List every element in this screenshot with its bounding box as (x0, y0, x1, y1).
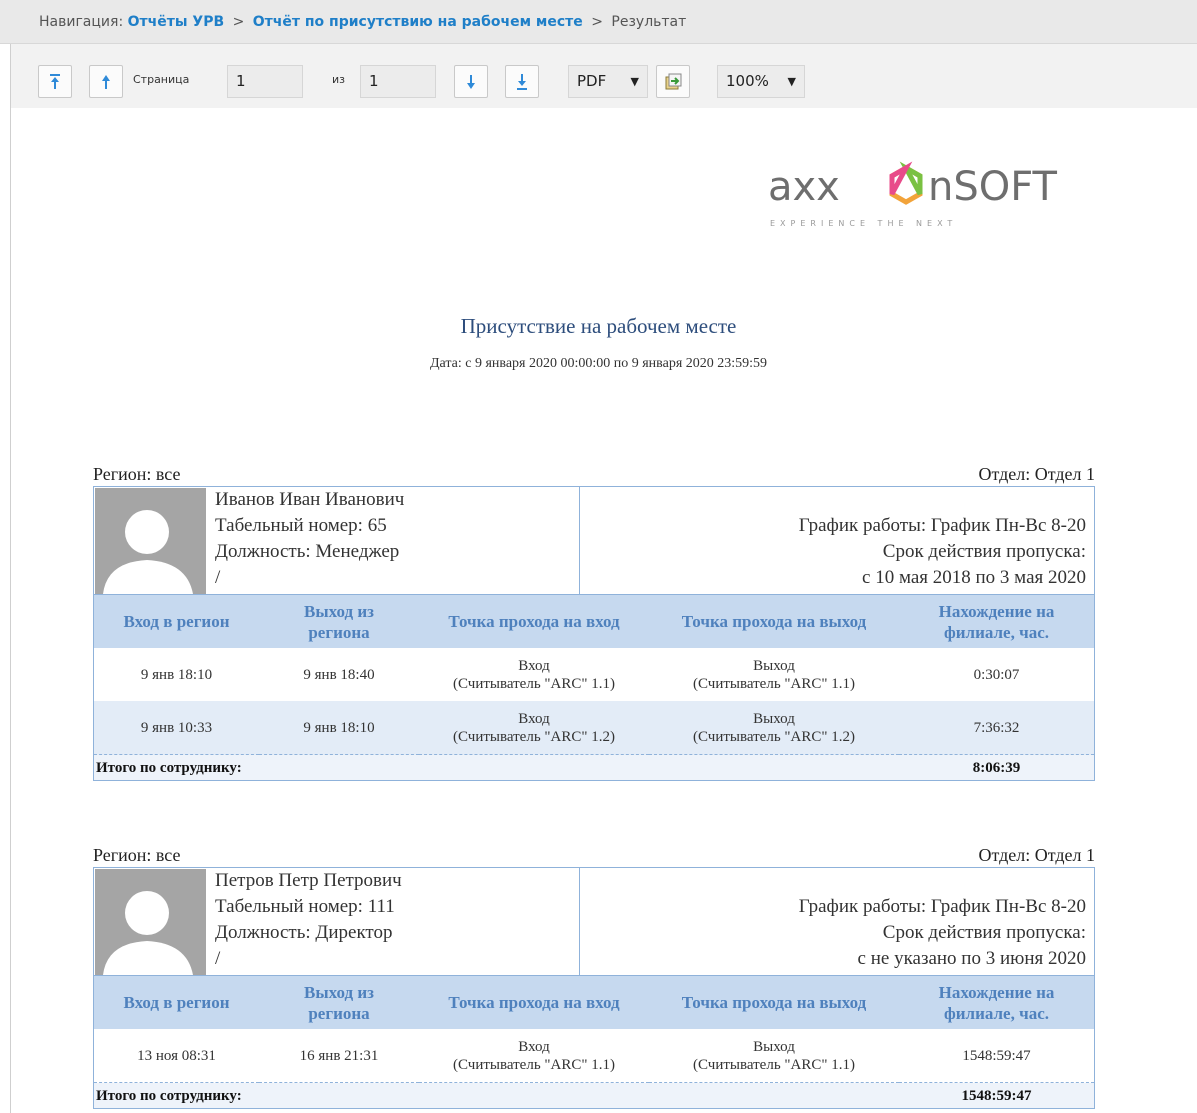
total-pages-field: 1 (360, 65, 436, 98)
employee-extra: / (215, 567, 221, 588)
pass-validity: с не указано по 3 июня 2020 (857, 948, 1086, 969)
logo-text-right: nSOFT (928, 164, 1058, 210)
column-header: Вход в регион (94, 976, 259, 1029)
column-header: Точка прохода на выход (649, 976, 899, 1029)
column-header: Вход в регион (94, 595, 259, 648)
page-label: Страница (133, 73, 190, 86)
export-format-select[interactable]: PDF ▼ (568, 65, 648, 98)
entry-time: 13 ноя 08:31 (137, 1047, 216, 1064)
report-date-range: Дата: с 9 января 2020 00:00:00 по 9 янва… (429, 356, 768, 371)
breadcrumb-current: Результат (611, 14, 687, 30)
next-page-icon (467, 74, 475, 89)
table-row: 9 янв 10:33 9 янв 18:10 Вход (Считыватель… (94, 701, 1094, 755)
department-label: Отдел: Отдел 1 (978, 845, 1095, 865)
user-placeholder-icon (103, 891, 193, 975)
zoom-value: 100% (726, 72, 769, 90)
table-row: 13 ноя 08:31 16 янв 21:31 Вход (Считывате… (94, 1029, 1094, 1083)
logo-tagline: EXPERIENCE THE NEXT (770, 219, 957, 228)
first-page-icon (50, 73, 60, 89)
duration: 7:36:32 (899, 701, 1094, 755)
work-schedule: График работы: График Пн-Вс 8-20 (798, 515, 1086, 536)
zoom-select[interactable]: 100% ▼ (717, 65, 805, 98)
employee-tab-number: Табельный номер: 65 (215, 515, 387, 536)
department-label: Отдел: Отдел 1 (978, 464, 1095, 484)
company-logo: axx nSOFT EXPERIENCE THE NEXT (768, 161, 1058, 228)
export-icon (665, 73, 682, 89)
employee-position: Должность: Менеджер (215, 541, 400, 562)
exit-point: Выход (Считыватель "ARC" 1.1) (692, 1038, 856, 1073)
last-page-button[interactable] (505, 65, 539, 98)
table-header: Вход в регион Выход из региона Точка про… (94, 976, 1094, 1029)
breadcrumb-prefix: Навигация: (39, 14, 124, 30)
region-label: Регион: все (93, 464, 181, 484)
total-duration: 8:06:39 (899, 754, 1094, 780)
exit-point: Выход (Считыватель "ARC" 1.1) (692, 657, 856, 692)
pass-validity-label: Срок действия пропуска: (882, 541, 1086, 562)
export-button[interactable] (656, 65, 690, 98)
exit-time: 9 янв 18:40 (303, 666, 375, 683)
next-page-button[interactable] (454, 65, 488, 98)
duration: 1548:59:47 (962, 1047, 1031, 1064)
breadcrumb-separator: > (591, 14, 603, 30)
exit-point: Выход (Считыватель "ARC" 1.2) (649, 701, 899, 755)
employee-extra: / (215, 948, 221, 969)
user-placeholder-icon (103, 510, 193, 594)
column-header: Нахождение на филиале, час. (899, 595, 1094, 648)
last-page-icon (517, 73, 527, 90)
column-header: Точка прохода на вход (419, 595, 649, 648)
work-schedule: График работы: График Пн-Вс 8-20 (798, 896, 1086, 917)
chevron-down-icon: ▼ (787, 75, 796, 88)
page-number-input[interactable]: 1 (227, 65, 303, 98)
region-label: Регион: все (93, 845, 181, 865)
logo-text-left: axx (768, 164, 840, 210)
entry-time: 9 янв 10:33 (94, 701, 259, 755)
breadcrumb-link-reports[interactable]: Отчёты УРВ (128, 14, 225, 30)
pass-validity-label: Срок действия пропуска: (882, 922, 1086, 943)
breadcrumb: Навигация: Отчёты УРВ > Отчёт по присутс… (0, 0, 1197, 44)
chevron-down-icon: ▼ (630, 75, 639, 88)
prev-page-icon (102, 74, 110, 89)
presence-table: Вход в регион Выход из региона Точка про… (94, 976, 1094, 1108)
table-row: 9 янв 18:10 9 янв 18:40 Вход (Считыватель… (94, 648, 1094, 701)
exit-time: 16 янв 21:31 (299, 1047, 379, 1064)
employee-position: Должность: Директор (215, 922, 393, 943)
duration: 0:30:07 (973, 666, 1020, 683)
column-header: Точка прохода на выход (649, 595, 899, 648)
entry-point: Вход (Считыватель "ARC" 1.2) (419, 701, 649, 755)
column-header: Выход из региона (259, 595, 419, 648)
employee-name: Петров Петр Петрович (215, 870, 402, 891)
pass-validity: с 10 мая 2018 по 3 мая 2020 (862, 567, 1086, 588)
breadcrumb-link-presence-report[interactable]: Отчёт по присутствию на рабочем месте (253, 14, 583, 30)
breadcrumb-separator: > (232, 14, 245, 30)
total-row: Итого по сотруднику: 8:06:39 (94, 754, 1094, 780)
total-row: Итого по сотруднику: 1548:59:47 (94, 1082, 1094, 1108)
prev-page-button[interactable] (89, 65, 123, 98)
entry-point: Вход (Считыватель "ARC" 1.1) (452, 657, 616, 692)
avatar (95, 869, 206, 975)
avatar (95, 488, 206, 594)
first-page-button[interactable] (38, 65, 72, 98)
total-label: Итого по сотруднику: (94, 754, 899, 780)
report-title: Присутствие на рабочем месте (460, 314, 737, 338)
column-header: Нахождение на филиале, час. (899, 976, 1094, 1029)
export-format-value: PDF (577, 72, 607, 90)
employee-card: Иванов Иван Иванович Табельный номер: 65… (93, 486, 1095, 781)
table-header: Вход в регион Выход из региона Точка про… (94, 595, 1094, 648)
total-duration: 1548:59:47 (899, 1082, 1094, 1108)
column-header: Выход из региона (259, 976, 419, 1029)
employee-card: Петров Петр Петрович Табельный номер: 11… (93, 867, 1095, 1109)
column-header: Точка прохода на вход (419, 976, 649, 1029)
entry-point: Вход (Считыватель "ARC" 1.1) (452, 1038, 616, 1073)
report-toolbar: Страница 1 из 1 PDF ▼ 100% ▼ (10, 44, 1197, 108)
employee-name: Иванов Иван Иванович (215, 489, 405, 510)
entry-time: 9 янв 18:10 (140, 666, 213, 683)
presence-table: Вход в регион Выход из региона Точка про… (94, 595, 1094, 780)
total-label: Итого по сотруднику: (94, 1082, 899, 1108)
of-label: из (332, 73, 345, 86)
exit-time: 9 янв 18:10 (259, 701, 419, 755)
employee-tab-number: Табельный номер: 111 (215, 896, 395, 917)
